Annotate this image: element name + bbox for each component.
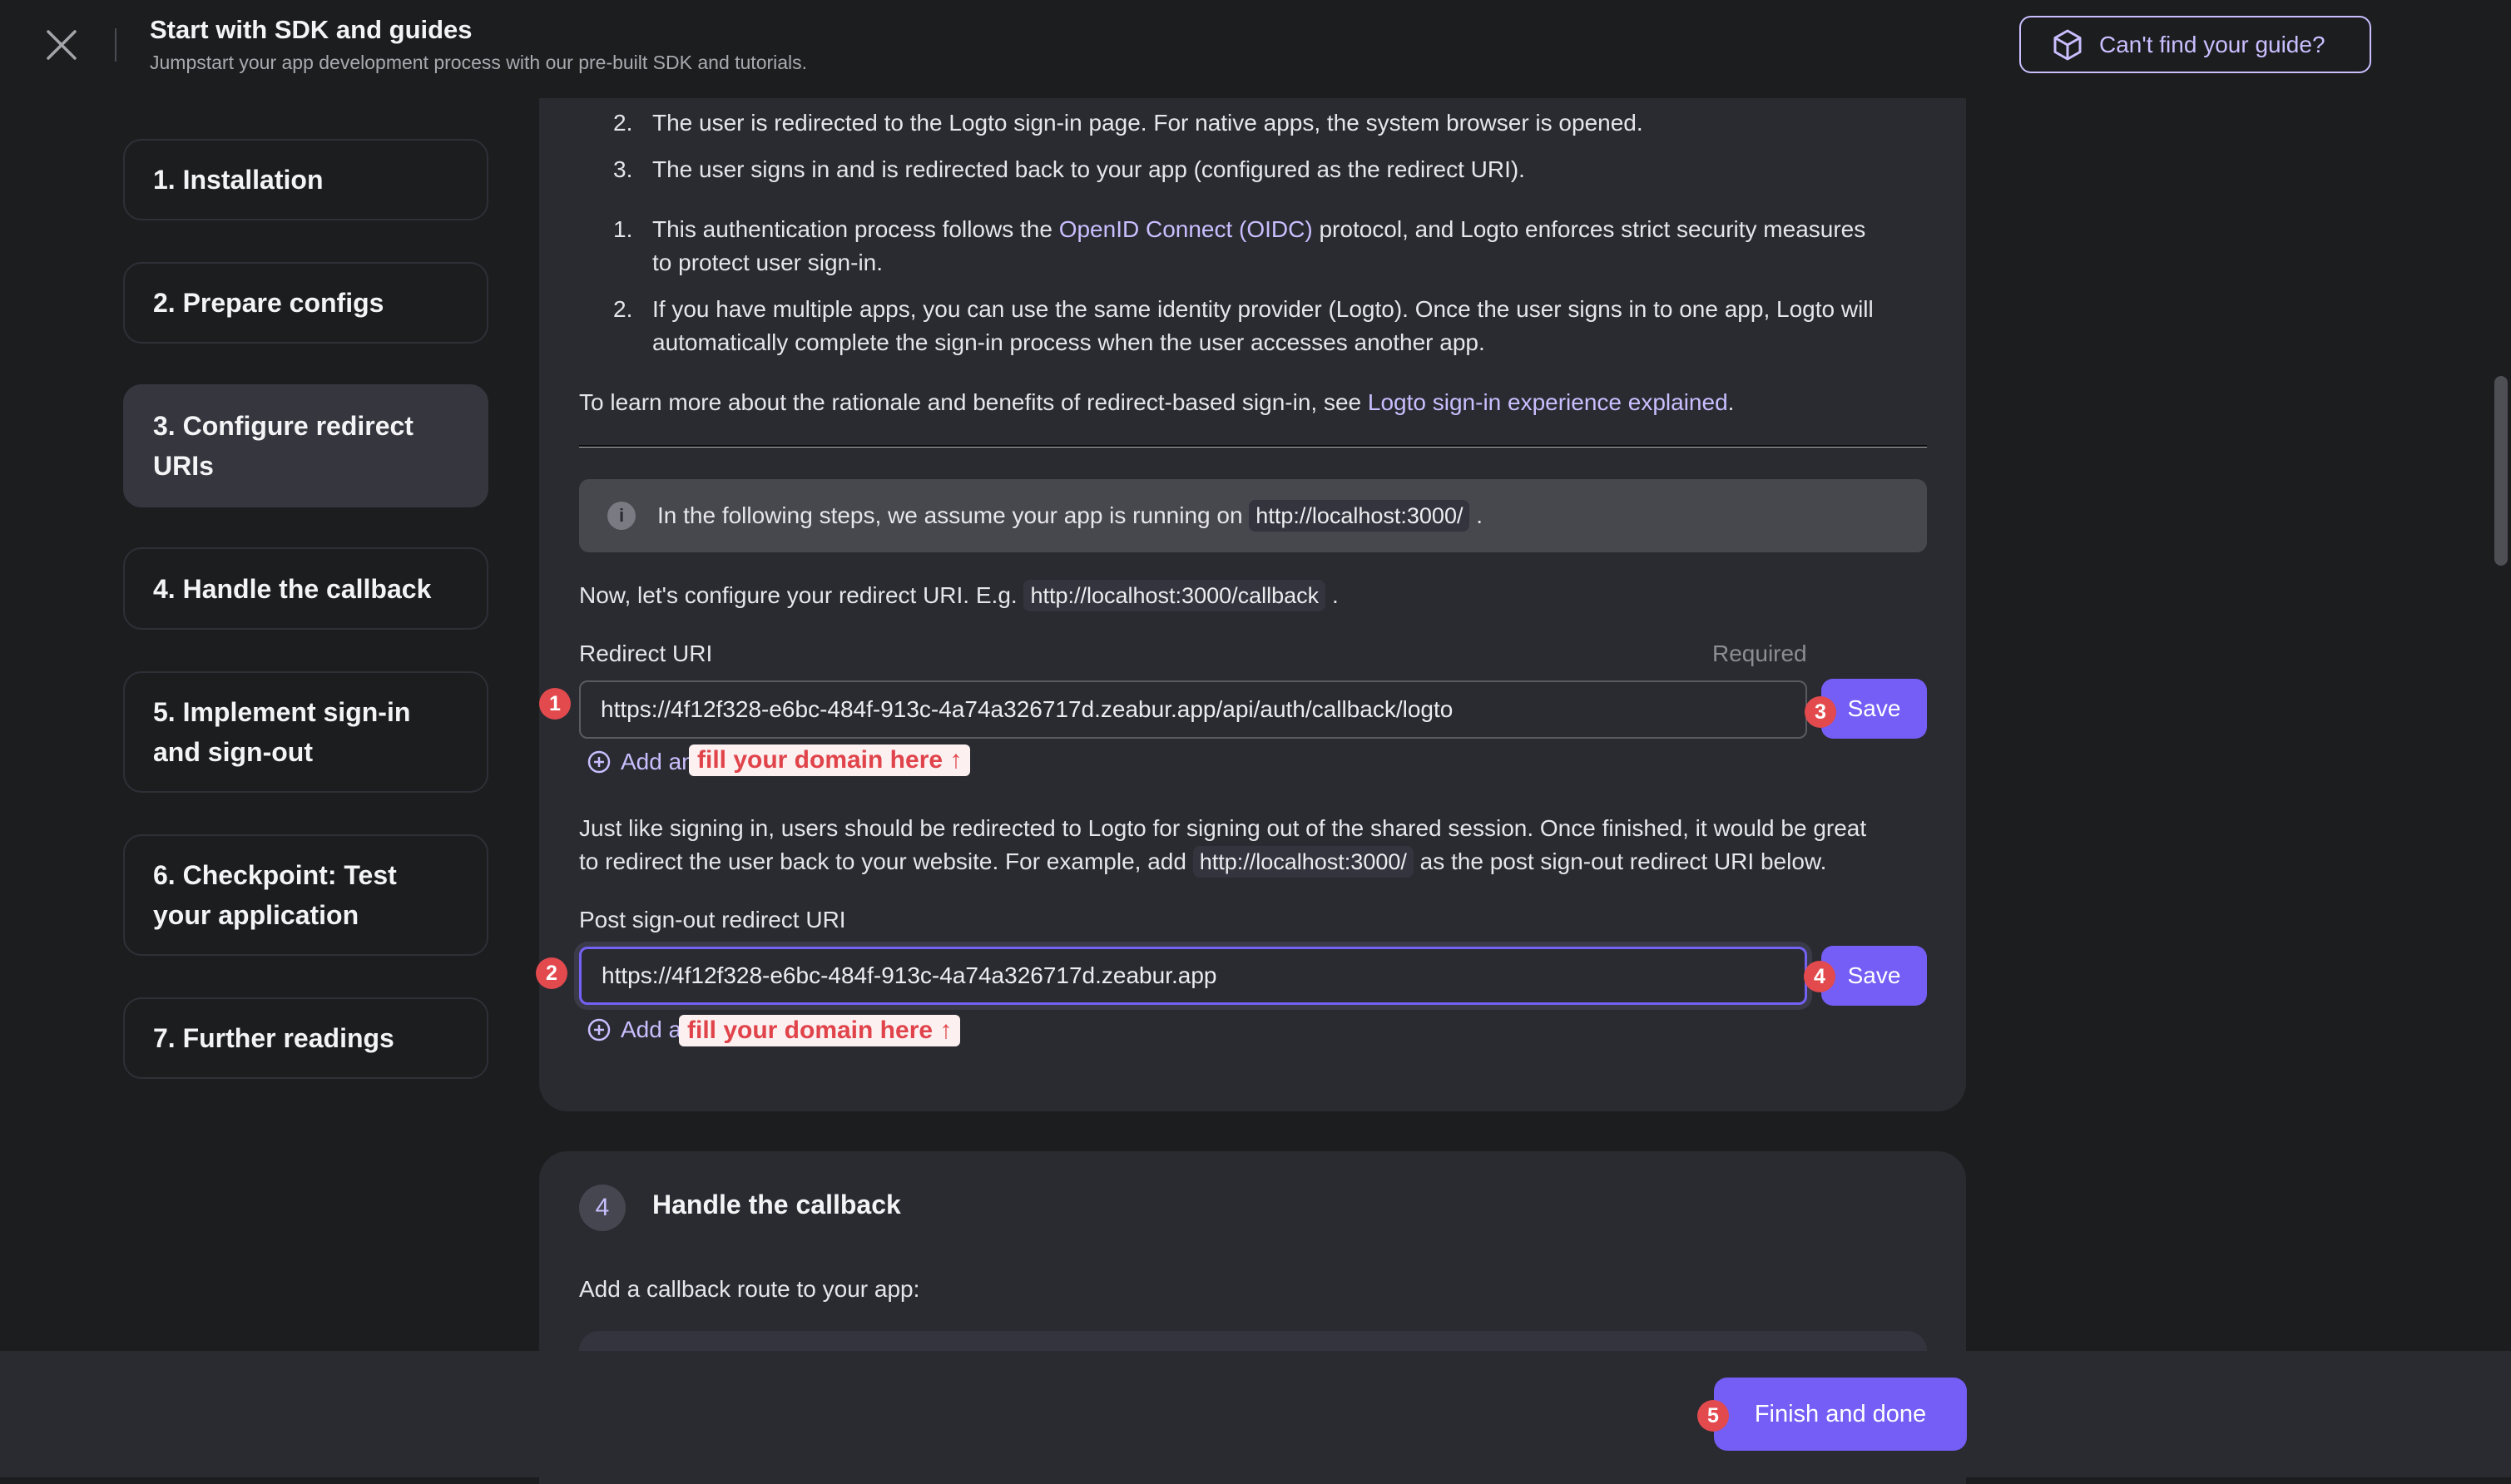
sidebar-item-prepare-configs[interactable]: 2. Prepare configs — [123, 262, 488, 344]
learn-more-text: To learn more about the rationale and be… — [579, 386, 1734, 419]
cant-find-guide-button[interactable]: Can't find your guide? — [2019, 16, 2371, 73]
text: . — [1476, 502, 1483, 528]
text: Now, let's configure your redirect URI. … — [579, 582, 1018, 608]
step-intro: Add a callback route to your app: — [579, 1276, 920, 1302]
post-signout-uri-save-button[interactable]: Save — [1821, 946, 1927, 1006]
page-title: Start with SDK and guides — [150, 15, 473, 44]
header: Start with SDK and guides Jumpstart your… — [0, 0, 2511, 98]
post-signout-uri-input[interactable] — [579, 947, 1807, 1005]
annotation-fill-domain: fill your domain here ↑ — [689, 744, 971, 776]
redirect-uri-label: Redirect URI — [579, 641, 713, 666]
annotation-badge-3: 3 — [1805, 696, 1836, 728]
list-item: If you have multiple apps, you can use t… — [652, 296, 1874, 322]
sidebar-item-label: 2. Prepare configs — [153, 288, 384, 318]
annotation-badge-4: 4 — [1804, 961, 1835, 992]
info-icon: i — [607, 502, 636, 530]
text: to redirect the user back to your websit… — [579, 848, 1186, 874]
list-item: The user is redirected to the Logto sign… — [652, 110, 1643, 136]
sign-in-experience-link[interactable]: Logto sign-in experience explained — [1368, 389, 1728, 415]
list-item: This authentication process follows the … — [652, 213, 1865, 246]
cube-icon — [2053, 29, 2082, 60]
sidebar-item-label: 7. Further readings — [153, 1023, 394, 1053]
code-callback: http://localhost:3000/callback — [1023, 580, 1326, 611]
footer-bar — [0, 1351, 2511, 1477]
list-number: 3. — [613, 156, 633, 182]
text: . — [1331, 582, 1339, 608]
list-number: 2. — [613, 110, 633, 136]
configure-text: Now, let's configure your redirect URI. … — [579, 579, 1339, 612]
list-number: 1. — [613, 216, 633, 242]
text: . — [1727, 389, 1735, 415]
redirect-uri-save-button[interactable]: Save — [1821, 679, 1927, 739]
sidebar-item-installation[interactable]: 1. Installation — [123, 139, 488, 220]
sidebar-item-label: 5. Implement sign-in and sign-out — [153, 697, 411, 767]
post-signout-uri-label: Post sign-out redirect URI — [579, 907, 846, 932]
finish-and-done-button[interactable]: Finish and done — [1714, 1378, 1967, 1451]
add-circle-icon — [587, 1018, 611, 1041]
cant-find-guide-label: Can't find your guide? — [2099, 31, 2325, 57]
sidebar-item-configure-redirect-uris[interactable]: 3. Configure redirect URIs — [123, 384, 488, 507]
annotation-badge-1: 1 — [539, 688, 571, 720]
sidebar-item-checkpoint[interactable]: 6. Checkpoint: Test your application — [123, 834, 488, 956]
close-button[interactable] — [43, 27, 80, 63]
required-label: Required — [1712, 641, 1807, 666]
list-item: The user signs in and is redirected back… — [652, 156, 1525, 182]
header-divider — [115, 28, 116, 62]
text: protocol, and Logto enforces strict secu… — [1312, 216, 1866, 242]
list-item-continued: automatically complete the sign-in proce… — [652, 329, 1485, 355]
code-localhost: http://localhost:3000/ — [1249, 500, 1470, 532]
close-icon — [47, 30, 77, 60]
info-text: In the following steps, we assume your a… — [657, 499, 1483, 532]
signout-paragraph: Just like signing in, users should be re… — [579, 815, 1867, 841]
add-circle-icon — [587, 750, 611, 774]
annotation-badge-2: 2 — [536, 957, 567, 989]
page-scrollbar-thumb[interactable] — [2494, 376, 2508, 566]
list-item-continued: to protect user sign-in. — [652, 250, 884, 275]
sidebar-item-implement-sign-in-out[interactable]: 5. Implement sign-in and sign-out — [123, 671, 488, 793]
step-title: Handle the callback — [652, 1190, 901, 1219]
sidebar-item-label: 6. Checkpoint: Test your application — [153, 860, 397, 930]
annotation-fill-domain: fill your domain here ↑ — [679, 1015, 961, 1046]
text: as the post sign-out redirect URI below. — [1419, 848, 1827, 874]
page-subtitle: Jumpstart your app development process w… — [150, 52, 808, 73]
oidc-link[interactable]: OpenID Connect (OIDC) — [1059, 216, 1313, 242]
redirect-uri-input[interactable] — [579, 680, 1807, 739]
code-localhost: http://localhost:3000/ — [1192, 846, 1414, 878]
sidebar-item-label: 4. Handle the callback — [153, 573, 432, 604]
step-number-badge: 4 — [579, 1185, 626, 1231]
sidebar-item-handle-callback[interactable]: 4. Handle the callback — [123, 547, 488, 630]
sidebar-item-label: 1. Installation — [153, 165, 324, 195]
text: This authentication process follows the — [652, 216, 1059, 242]
divider — [579, 445, 1927, 448]
text: To learn more about the rationale and be… — [579, 389, 1368, 415]
annotation-badge-5: 5 — [1697, 1400, 1729, 1432]
sidebar-item-label: 3. Configure redirect URIs — [153, 411, 414, 481]
sidebar-item-further-readings[interactable]: 7. Further readings — [123, 997, 488, 1079]
signout-paragraph-continued: to redirect the user back to your websit… — [579, 845, 1826, 878]
list-number: 2. — [613, 296, 633, 322]
text: In the following steps, we assume your a… — [657, 502, 1243, 528]
